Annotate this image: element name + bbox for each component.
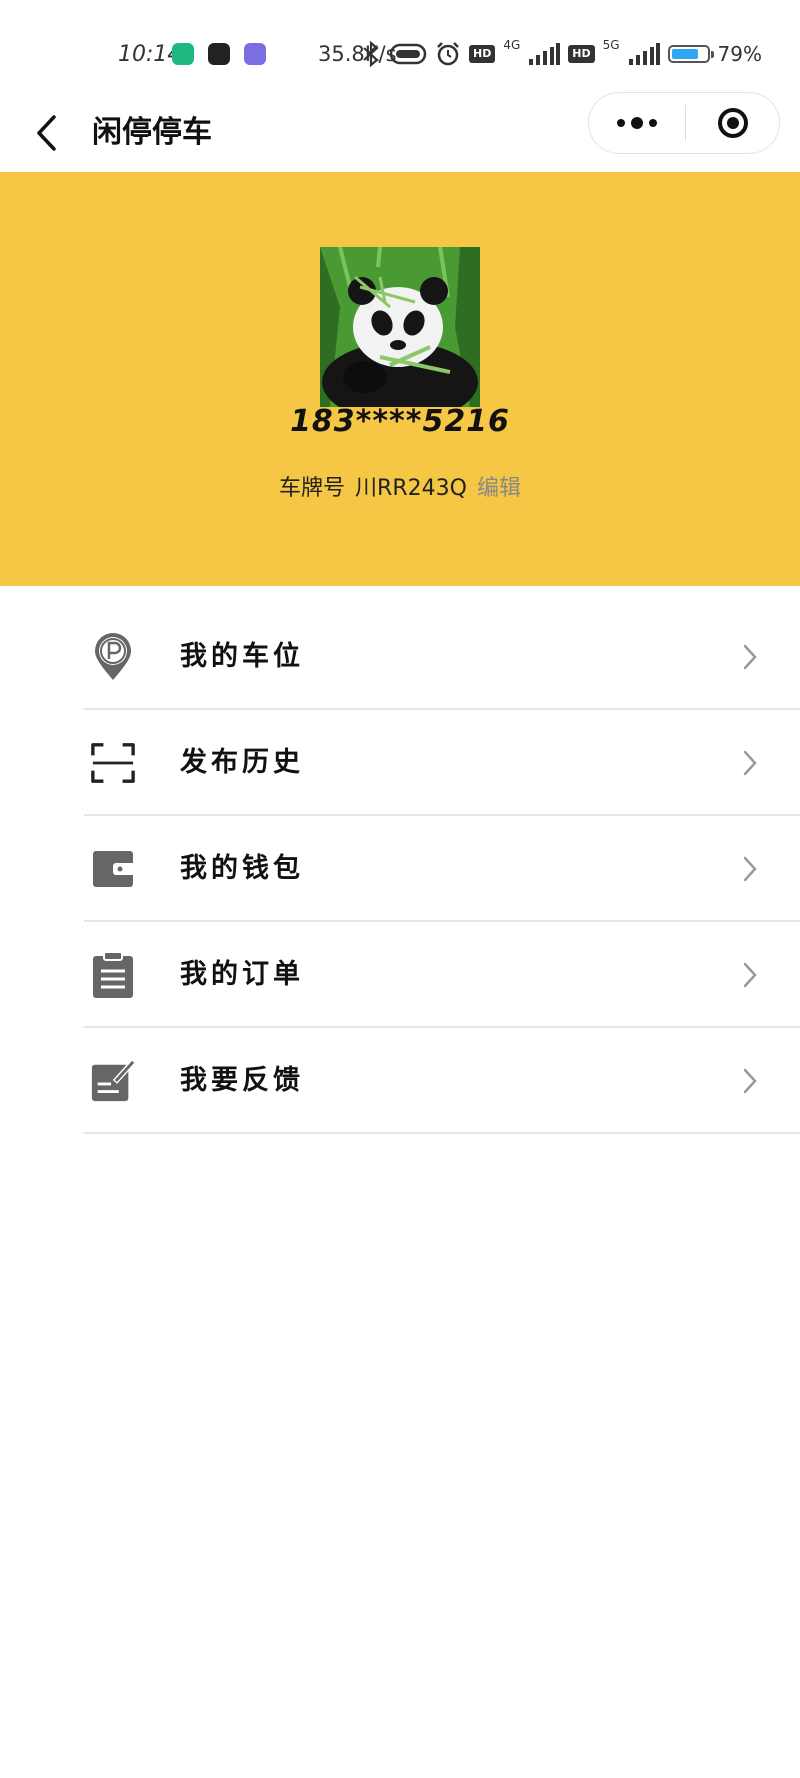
- avatar[interactable]: [320, 247, 480, 407]
- menu-item-label: 我的订单: [180, 959, 304, 990]
- menu-item-label: 我的钱包: [180, 853, 304, 884]
- user-phone: 183****5216: [290, 404, 510, 439]
- target-circle-icon: [718, 108, 748, 138]
- chevron-right-icon: [743, 962, 757, 988]
- more-dots-icon: [630, 117, 643, 129]
- soul-app-icon: [208, 43, 230, 65]
- edit-plate-link[interactable]: 编辑: [477, 476, 521, 501]
- more-button[interactable]: [589, 93, 684, 153]
- back-button[interactable]: [26, 108, 66, 158]
- menu-item-label: 发布历史: [180, 747, 304, 778]
- more-dots-icon: [616, 119, 625, 127]
- chevron-right-icon: [743, 750, 757, 776]
- alarm-icon: [437, 42, 459, 66]
- menu-item-label: 我的车位: [180, 641, 304, 672]
- close-mini-program-button[interactable]: [686, 93, 780, 153]
- menu-item-publish-history[interactable]: 发布历史: [84, 710, 800, 816]
- menu-item-my-wallet[interactable]: 我的钱包: [84, 816, 800, 922]
- signal-icon: [529, 43, 561, 65]
- vibrate-icon: [389, 43, 427, 65]
- menu-item-my-parking[interactable]: 我的车位: [84, 604, 800, 710]
- hd-badge: HD: [568, 45, 595, 63]
- plate-number: 川RR243Q: [355, 476, 467, 501]
- menu-item-feedback[interactable]: 我要反馈: [84, 1028, 800, 1134]
- plate-label: 车牌号: [279, 476, 346, 501]
- chevron-left-icon: [37, 115, 56, 151]
- panda-avatar-icon: [320, 247, 480, 407]
- chevron-right-icon: [743, 1068, 757, 1094]
- bluetooth-icon: [363, 41, 379, 67]
- page-title: 闲停停车: [92, 115, 212, 150]
- signal-icon: [628, 43, 660, 65]
- mini-program-capsule: [588, 92, 780, 154]
- status-bar: 10:14 35.8K/s HD 4G HD 5G 79%: [0, 0, 800, 100]
- battery-icon: [667, 45, 714, 63]
- menu-item-label: 我要反馈: [180, 1065, 304, 1096]
- wallet-icon: [90, 846, 136, 892]
- app-notification-icon: [172, 43, 194, 65]
- profile-header: 183****5216 车牌号 川RR243Q 编辑: [0, 172, 800, 586]
- battery-level: [671, 49, 699, 59]
- plate-row: 车牌号 川RR243Q 编辑: [0, 470, 800, 502]
- edit-note-icon: [90, 1058, 136, 1104]
- app-notification-icon: [244, 43, 266, 65]
- hd-badge: HD: [468, 45, 496, 63]
- menu-item-my-orders[interactable]: 我的订单: [84, 922, 800, 1028]
- network-type: 4G: [503, 38, 521, 52]
- battery-percent: 79%: [717, 42, 762, 66]
- clipboard-icon: [90, 951, 136, 998]
- chevron-right-icon: [743, 644, 757, 670]
- parking-pin-icon: [90, 633, 136, 680]
- scan-frame-icon: [90, 740, 136, 786]
- more-dots-icon: [648, 119, 657, 127]
- network-type: 5G: [602, 38, 620, 52]
- chevron-right-icon: [743, 856, 757, 882]
- menu-list: 我的车位 发布历史 我的钱包 我的订单 我要反馈: [0, 604, 800, 1134]
